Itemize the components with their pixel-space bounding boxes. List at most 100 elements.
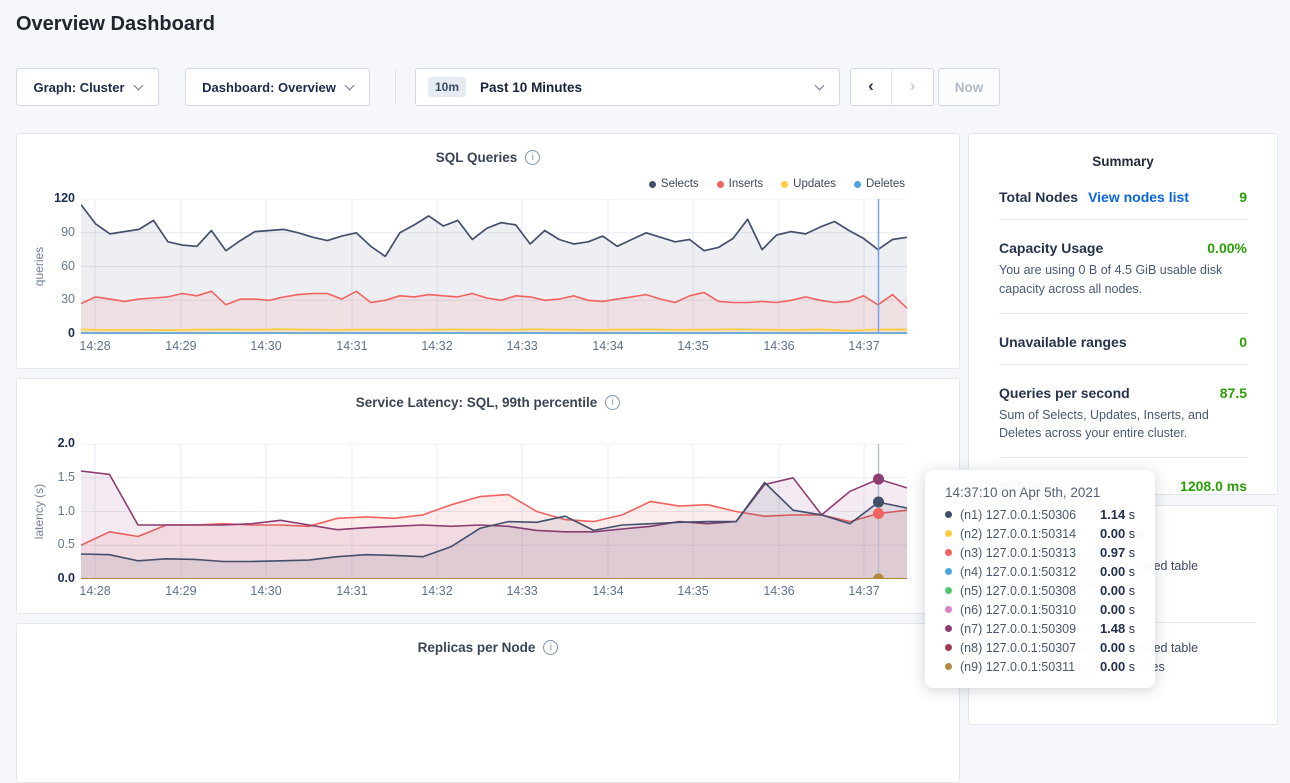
node-color-dot	[945, 587, 952, 594]
tooltip-node-row: (n2) 127.0.0.1:503140.00 s	[945, 526, 1135, 541]
hover-dot	[873, 474, 884, 485]
node-latency-value: 1.14 s	[1100, 507, 1135, 522]
graph-dropdown-label: Graph: Cluster	[33, 80, 124, 95]
time-range-badge: 10m	[428, 77, 466, 97]
node-color-dot	[945, 625, 952, 632]
summary-row-capacity: Capacity Usage 0.00%	[999, 240, 1247, 256]
divider	[999, 313, 1247, 314]
time-range-dropdown[interactable]: 10m Past 10 Minutes	[415, 68, 840, 106]
chart-title: Replicas per Node	[418, 640, 536, 655]
summary-label: Unavailable ranges	[999, 334, 1127, 350]
tooltip-node-row: (n1) 127.0.0.1:50306 1.14 s	[945, 507, 1135, 522]
service-latency-plot[interactable]: 2.01.51.00.50.014:2814:2914:3014:3114:32…	[81, 444, 907, 579]
summary-label: Queries per second	[999, 385, 1130, 401]
summary-title: Summary	[969, 154, 1277, 169]
legend-label: Inserts	[729, 178, 764, 190]
x-tick-label: 14:28	[71, 339, 119, 353]
node-latency-value: 0.00 s	[1100, 564, 1135, 579]
info-icon[interactable]: i	[543, 640, 558, 655]
chart-tooltip: 14:37:10 on Apr 5th, 2021 (n1) 127.0.0.1…	[925, 470, 1155, 688]
node-color-dot	[945, 530, 952, 537]
node-address: (n1) 127.0.0.1:50306	[960, 508, 1076, 522]
chart-legend: Selects Inserts Updates Deletes	[649, 178, 905, 190]
info-icon[interactable]: i	[525, 150, 540, 165]
x-tick-label: 14:37	[840, 584, 888, 598]
hover-dot	[873, 508, 884, 519]
y-axis-title: latency (s)	[0, 444, 106, 579]
legend-label: Deletes	[866, 178, 905, 190]
divider	[999, 219, 1247, 220]
node-address: (n4) 127.0.0.1:50312	[960, 565, 1076, 579]
legend-item-updates[interactable]: Updates	[781, 178, 836, 190]
sql-queries-plot[interactable]: 120906030014:2814:2914:3014:3114:3214:33…	[81, 199, 907, 334]
time-range-label: Past 10 Minutes	[480, 80, 582, 95]
view-nodes-list-link[interactable]: View nodes list	[1088, 189, 1189, 205]
legend-color-dot	[649, 181, 656, 188]
x-tick-label: 14:35	[669, 584, 717, 598]
node-address: (n9) 127.0.0.1:50311	[960, 660, 1075, 674]
summary-value: 0.00%	[1207, 240, 1247, 256]
summary-value: 9	[1239, 189, 1247, 205]
tooltip-node-row: (n4) 127.0.0.1:50312 0.00 s	[945, 564, 1135, 579]
node-color-dot	[945, 644, 952, 651]
x-tick-label: 14:31	[328, 339, 376, 353]
chevron-down-icon	[133, 80, 143, 90]
x-tick-label: 14:32	[413, 584, 461, 598]
divider	[999, 457, 1247, 458]
summary-row-total-nodes: Total Nodes View nodes list 9	[999, 189, 1247, 205]
summary-label: Total Nodes	[999, 189, 1078, 205]
summary-description: Sum of Selects, Updates, Inserts, and De…	[999, 406, 1247, 444]
summary-value: 87.5	[1220, 385, 1247, 401]
summary-row-unavailable-ranges: Unavailable ranges 0	[999, 334, 1247, 350]
dashboard-dropdown-label: Dashboard: Overview	[202, 80, 336, 95]
node-color-dot	[945, 568, 952, 575]
summary-value: 0	[1239, 334, 1247, 350]
x-tick-label: 14:36	[755, 339, 803, 353]
node-color-dot	[945, 511, 952, 518]
node-address: (n3) 127.0.0.1:50313	[960, 546, 1076, 560]
service-latency-svg	[81, 444, 907, 579]
y-axis-title: queries	[0, 199, 106, 334]
summary-panel: Summary Total Nodes View nodes list 9 Ca…	[968, 133, 1278, 495]
node-latency-value: 0.00 s	[1100, 640, 1135, 655]
x-tick-label: 14:36	[755, 584, 803, 598]
tooltip-node-row: (n6) 127.0.0.1:503100.00 s	[945, 602, 1135, 617]
graph-dropdown[interactable]: Graph: Cluster	[16, 68, 159, 106]
summary-description: You are using 0 B of 4.5 GiB usable disk…	[999, 261, 1247, 299]
node-latency-value: 0.97 s	[1100, 545, 1135, 560]
x-tick-label: 14:30	[242, 339, 290, 353]
node-color-dot	[945, 549, 952, 556]
legend-item-deletes[interactable]: Deletes	[854, 178, 905, 190]
page-title: Overview Dashboard	[16, 13, 215, 36]
x-tick-label: 14:33	[498, 339, 546, 353]
hover-dot	[873, 497, 884, 508]
divider	[999, 364, 1247, 365]
time-prev-button[interactable]: ‹	[851, 69, 892, 105]
x-tick-label: 14:31	[328, 584, 376, 598]
x-tick-label: 14:30	[242, 584, 290, 598]
info-icon[interactable]: i	[605, 395, 620, 410]
now-button[interactable]: Now	[938, 68, 1000, 106]
tooltip-node-row: (n7) 127.0.0.1:503091.48 s	[945, 621, 1135, 636]
x-tick-label: 14:35	[669, 339, 717, 353]
x-tick-label: 14:28	[71, 584, 119, 598]
tooltip-node-row: (n9) 127.0.0.1:503110.00 s	[945, 659, 1135, 674]
x-tick-label: 14:32	[413, 339, 461, 353]
legend-item-inserts[interactable]: Inserts	[717, 178, 764, 190]
node-address: (n7) 127.0.0.1:50309	[960, 622, 1076, 636]
legend-item-selects[interactable]: Selects	[649, 178, 699, 190]
chart-title: Service Latency: SQL, 99th percentile	[356, 395, 598, 410]
node-address: (n8) 127.0.0.1:50307	[960, 641, 1076, 655]
node-latency-value: 0.00 s	[1100, 602, 1135, 617]
legend-color-dot	[717, 181, 724, 188]
x-tick-label: 14:29	[157, 339, 205, 353]
x-tick-label: 14:37	[840, 339, 888, 353]
node-color-dot	[945, 606, 952, 613]
node-address: (n5) 127.0.0.1:50308	[960, 584, 1076, 598]
dashboard-dropdown[interactable]: Dashboard: Overview	[185, 68, 370, 106]
x-tick-label: 14:34	[584, 339, 632, 353]
legend-color-dot	[854, 181, 861, 188]
time-next-button[interactable]: ›	[892, 69, 933, 105]
legend-label: Selects	[661, 178, 699, 190]
time-pager: ‹ ›	[850, 68, 934, 106]
